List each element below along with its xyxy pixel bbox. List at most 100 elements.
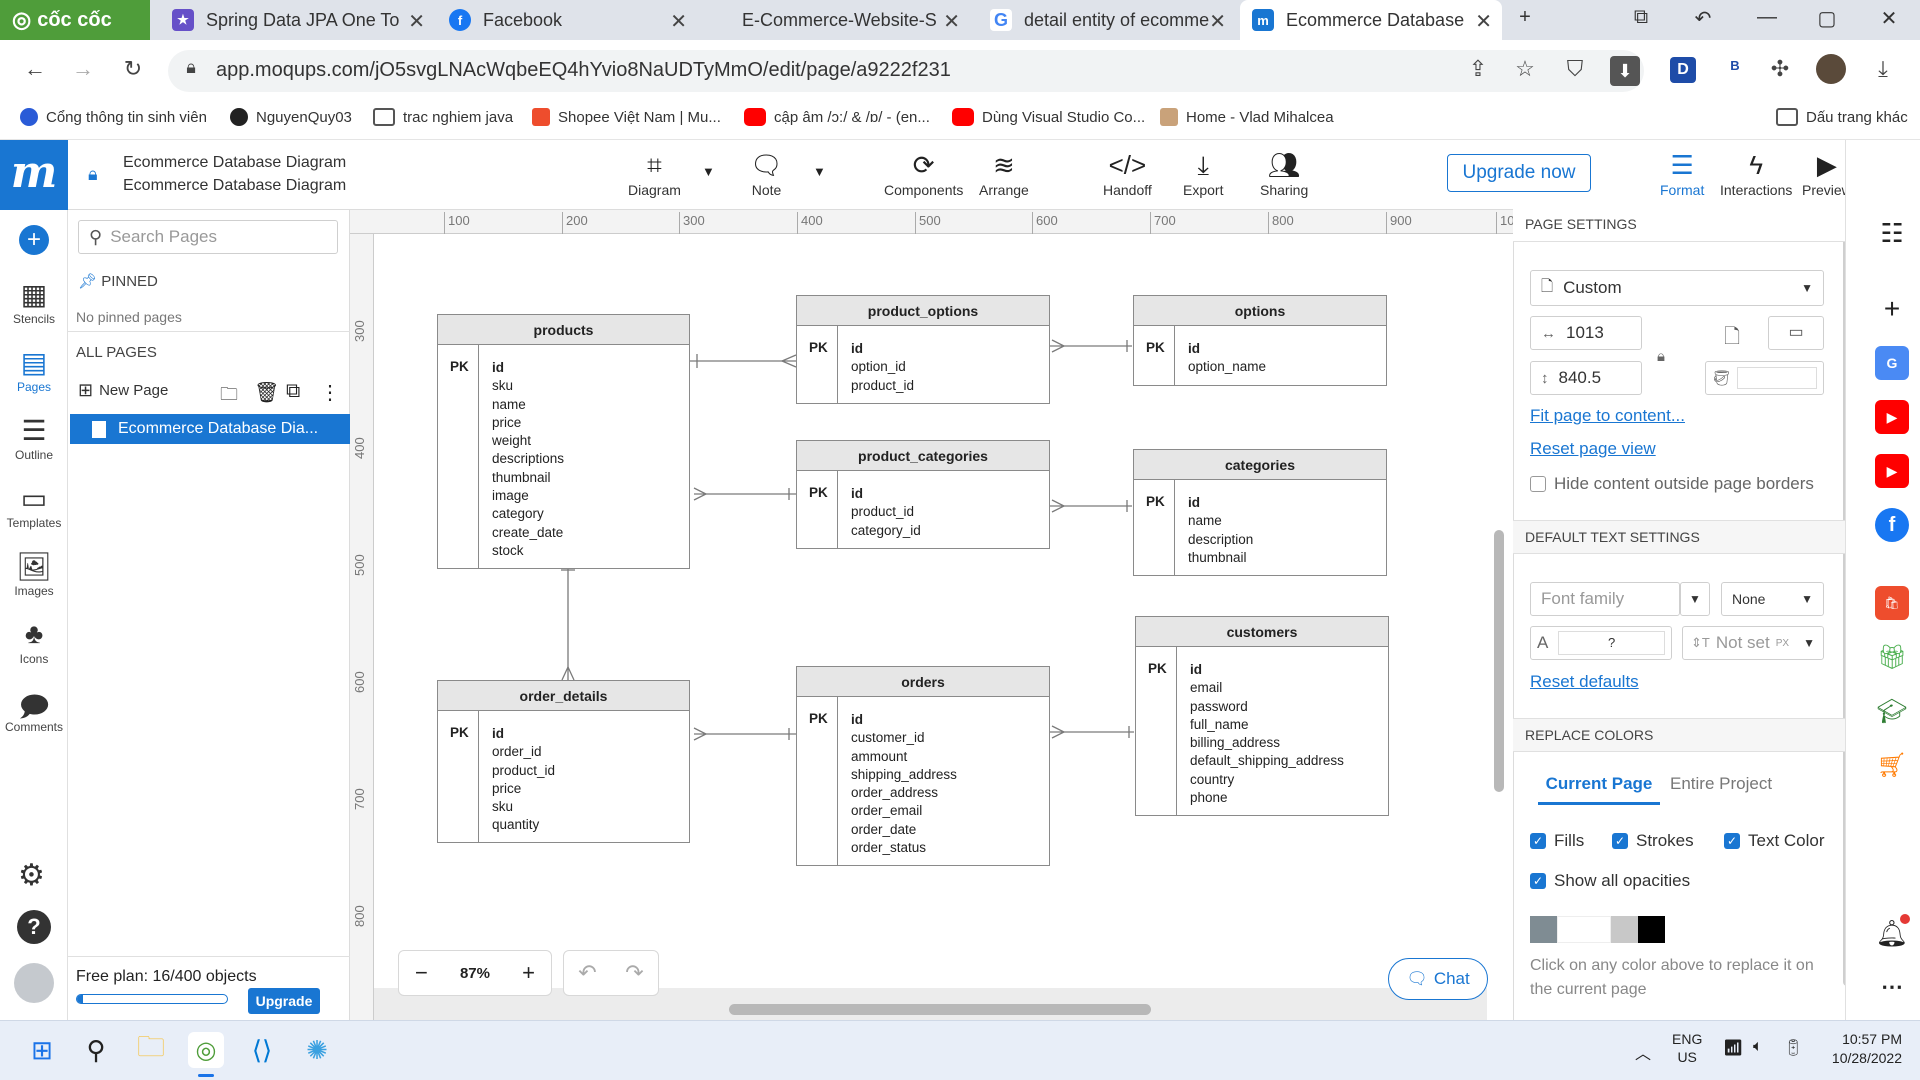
- font-family-dropdown[interactable]: ▼: [1680, 582, 1710, 616]
- shopee-icon[interactable]: 🛍︎: [1875, 586, 1909, 620]
- landscape-icon[interactable]: ▭: [1768, 316, 1824, 350]
- color-swatches: [1530, 916, 1665, 943]
- search-icon[interactable]: ⚲: [78, 1032, 114, 1068]
- field-list: id customer_id ammount shipping_address orde…: [851, 711, 957, 857]
- table-orders[interactable]: orders PK id customer_id ammount shipping_ad…: [796, 666, 1050, 866]
- youtube-icon[interactable]: ▶: [1875, 454, 1909, 488]
- font-family-select[interactable]: Font family: [1530, 582, 1680, 616]
- gift-icon[interactable]: 🎁︎: [1875, 640, 1909, 674]
- color-swatch[interactable]: [1557, 916, 1611, 943]
- page-settings-header: PAGE SETTINGS: [1513, 208, 1845, 242]
- shopping-icon[interactable]: 🛒︎: [1875, 748, 1909, 782]
- chat-button[interactable]: 🗨︎ Chat: [1388, 958, 1488, 1000]
- table-product-options[interactable]: product_options PK id option_id product_id: [796, 295, 1050, 404]
- text-color-checkbox[interactable]: ✓ Text Color: [1724, 831, 1825, 851]
- paint-bucket-icon: 🪣︎: [1712, 370, 1732, 387]
- plus-icon[interactable]: +: [1875, 292, 1909, 326]
- translate-icon[interactable]: G: [1875, 346, 1909, 380]
- line-height-icon: ⇕T: [1691, 635, 1710, 650]
- fit-page-link[interactable]: Fit page to content...: [1530, 406, 1685, 426]
- field-product-id: product_id: [851, 504, 915, 520]
- table-options[interactable]: options PK id option_name: [1133, 295, 1387, 386]
- field-id: id: [1190, 662, 1202, 677]
- field-option-id: option_id: [851, 359, 906, 375]
- field-product-id: product_id: [851, 377, 915, 393]
- tab-current-page[interactable]: Current Page: [1538, 774, 1660, 805]
- clock[interactable]: 10:57 PM 10/28/2022: [1822, 1030, 1902, 1068]
- vertical-scrollbar[interactable]: [1494, 530, 1504, 792]
- facebook-icon[interactable]: f: [1875, 508, 1909, 542]
- table-header: orders: [797, 667, 1049, 697]
- line-height-input[interactable]: ⇕T Not set PX ▼: [1682, 626, 1824, 660]
- field-id: id: [1188, 495, 1200, 510]
- notification-dot: [1900, 914, 1910, 924]
- pk-label: PK: [1136, 647, 1177, 815]
- language-indicator[interactable]: ENG US: [1672, 1030, 1702, 1066]
- pk-label: PK: [438, 711, 479, 842]
- table-products[interactable]: products PK id sku name price weight descripti…: [437, 314, 690, 569]
- more-icon[interactable]: ⋯: [1875, 970, 1909, 1004]
- font-size-input[interactable]: A ?: [1530, 626, 1672, 660]
- table-categories[interactable]: categories PK id name description thumbnail: [1133, 449, 1387, 576]
- file-explorer-icon[interactable]: 🗀: [133, 1031, 169, 1068]
- windows-start-icon[interactable]: ⊞: [24, 1032, 60, 1068]
- aspect-lock-icon[interactable]: 🔒︎: [1657, 348, 1665, 365]
- active-app-indicator: [198, 1074, 214, 1077]
- zoom-out-button[interactable]: −: [415, 960, 428, 986]
- zoom-in-button[interactable]: +: [522, 960, 535, 986]
- coccoc-icon[interactable]: ◎: [188, 1032, 224, 1068]
- field-phone: phone: [1190, 790, 1228, 806]
- table-product-categories[interactable]: product_categories PK id product_id categor…: [796, 440, 1050, 549]
- field-id: id: [851, 341, 863, 356]
- chevron-down-icon: ▼: [1801, 281, 1813, 295]
- table-header: categories: [1134, 450, 1386, 480]
- page-size-select[interactable]: 🗋 Custom ▼: [1530, 270, 1824, 306]
- field-weight: weight: [492, 433, 532, 449]
- table-header: product_options: [797, 296, 1049, 326]
- field-password: password: [1190, 698, 1248, 714]
- page-fill-color[interactable]: 🪣︎: [1705, 361, 1824, 395]
- zoom-control: − 87% +: [398, 950, 552, 996]
- field-stock: stock: [492, 542, 524, 558]
- field-description: description: [1188, 531, 1254, 547]
- color-swatch[interactable]: [1530, 916, 1557, 943]
- reset-defaults-link[interactable]: Reset defaults: [1530, 672, 1639, 692]
- table-header: order_details: [438, 681, 689, 711]
- wifi-icon[interactable]: 📶︎: [1723, 1038, 1743, 1058]
- volume-icon[interactable]: 🔈︎: [1753, 1038, 1763, 1056]
- color-swatch[interactable]: [1638, 916, 1665, 943]
- field-default-shipping-address: default_shipping_address: [1190, 753, 1344, 769]
- table-order-details[interactable]: order_details PK id order_id product_id pric…: [437, 680, 690, 843]
- app-icon[interactable]: ✺: [299, 1032, 335, 1068]
- replace-colors-header: REPLACE COLORS: [1513, 718, 1845, 752]
- zoom-level[interactable]: 87%: [460, 965, 490, 982]
- pk-label: PK: [438, 345, 479, 568]
- undo-icon[interactable]: ↶: [578, 960, 596, 986]
- strokes-checkbox[interactable]: ✓ Strokes: [1612, 831, 1694, 851]
- font-style-select[interactable]: None ▼: [1721, 582, 1824, 616]
- field-price: price: [492, 780, 522, 796]
- vscode-icon[interactable]: ⟨⟩: [244, 1032, 280, 1068]
- field-order-date: order_date: [851, 821, 917, 837]
- reset-view-link[interactable]: Reset page view: [1530, 439, 1656, 459]
- page-height-input[interactable]: ↕ 840.5: [1530, 361, 1642, 395]
- tray-chevron-icon[interactable]: ︿: [1635, 1040, 1651, 1064]
- portrait-icon[interactable]: 🗋: [1724, 322, 1740, 356]
- battery-icon[interactable]: 🔋︎: [1783, 1038, 1803, 1058]
- field-thumbnail: thumbnail: [1188, 549, 1247, 565]
- table-header: products: [438, 315, 689, 345]
- show-opacities-checkbox[interactable]: ✓ Show all opacities: [1530, 871, 1690, 891]
- redo-icon[interactable]: ↷: [625, 960, 643, 986]
- field-full-name: full_name: [1190, 716, 1249, 732]
- reading-list-icon[interactable]: ☷: [1875, 216, 1909, 250]
- page-width-input[interactable]: ↔ 1013: [1530, 316, 1642, 350]
- fills-checkbox[interactable]: ✓ Fills: [1530, 831, 1584, 851]
- youtube-icon[interactable]: ▶: [1875, 400, 1909, 434]
- hide-outside-checkbox[interactable]: Hide content outside page borders: [1530, 474, 1814, 494]
- color-swatch[interactable]: [1611, 916, 1638, 943]
- table-customers[interactable]: customers PK id email password full_name bill…: [1135, 616, 1389, 816]
- horizontal-scrollbar[interactable]: [729, 1004, 1151, 1015]
- education-icon[interactable]: 🎓︎: [1875, 694, 1909, 728]
- tab-entire-project[interactable]: Entire Project: [1670, 774, 1772, 794]
- pk-label: PK: [1134, 326, 1175, 385]
